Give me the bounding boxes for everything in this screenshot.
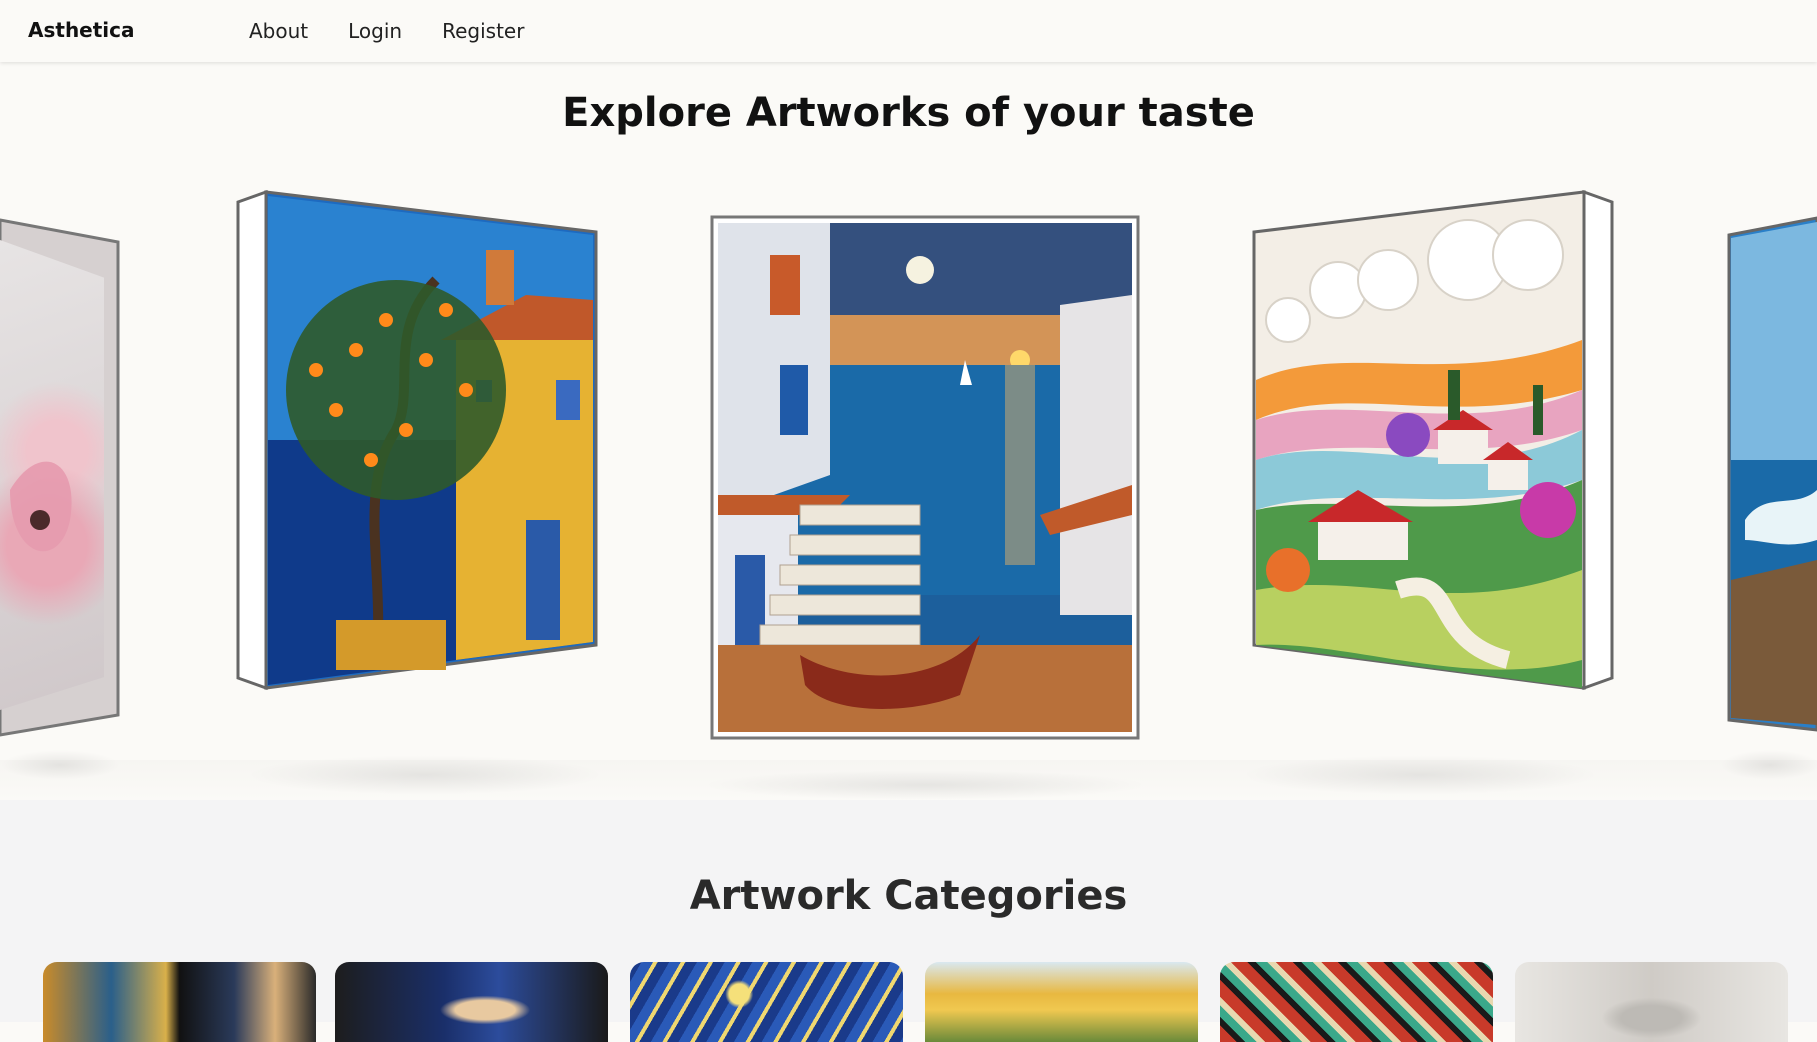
artwork-stormy-coast[interactable] — [1725, 160, 1817, 740]
category-card-landscape[interactable] — [925, 962, 1198, 1042]
category-card-collage[interactable] — [43, 962, 316, 1042]
nav-link-register[interactable]: Register — [442, 19, 524, 43]
categories-title: Artwork Categories — [689, 873, 1128, 919]
category-card-starry-night[interactable] — [630, 962, 903, 1042]
nav-link-about[interactable]: About — [249, 19, 308, 43]
frame-shadow — [1240, 755, 1600, 795]
frame-shadow — [0, 750, 120, 780]
artwork-quilted-countryside[interactable] — [1248, 190, 1614, 690]
top-navbar: Asthetica About Login Register — [0, 0, 1817, 62]
frame-shadow — [1720, 750, 1817, 780]
category-card-sketch[interactable] — [1515, 962, 1788, 1042]
artwork-carousel[interactable] — [0, 160, 1817, 800]
frame-shadow — [700, 770, 1150, 800]
artwork-seaside-stairs[interactable] — [710, 215, 1140, 740]
artwork-pink-flower[interactable] — [0, 160, 125, 740]
category-card-portrait[interactable] — [335, 962, 608, 1042]
artwork-orange-tree-house[interactable] — [236, 190, 602, 690]
category-card-pattern[interactable] — [1220, 962, 1493, 1042]
hero-title: Explore Artworks of your taste — [562, 90, 1255, 136]
categories-section: Artwork Categories — [0, 800, 1817, 1042]
frame-shadow — [245, 755, 605, 795]
nav-link-login[interactable]: Login — [348, 19, 402, 43]
brand-logo[interactable]: Asthetica — [28, 18, 135, 42]
nav-links: About Login Register — [249, 19, 524, 43]
